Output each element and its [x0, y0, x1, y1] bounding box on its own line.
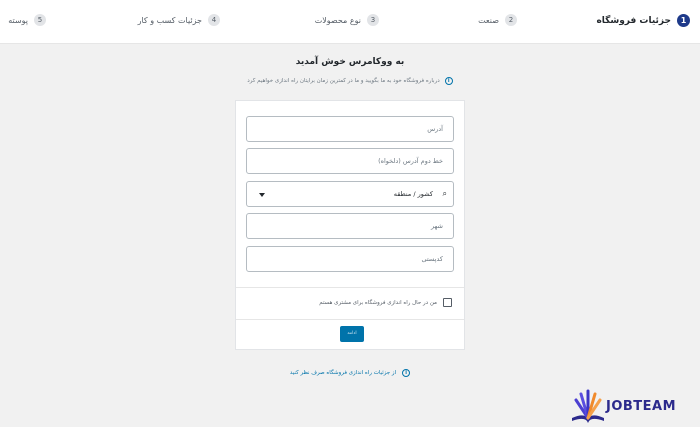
client-checkbox[interactable]: [443, 298, 452, 307]
step-business-details[interactable]: 4 جزئیات کسب و کار: [138, 14, 220, 26]
step-product-types[interactable]: 3 نوع محصولات: [315, 14, 379, 26]
address-field[interactable]: آدرس: [246, 116, 454, 142]
step-number: 4: [208, 14, 220, 26]
divider: [236, 319, 464, 320]
client-checkbox-label: من در حال راه اندازی فروشگاه برای مشتری …: [319, 299, 437, 306]
postcode-field[interactable]: کدپستی: [246, 246, 454, 272]
info-icon[interactable]: i: [444, 77, 453, 85]
store-details-card: آدرس خط دوم آدرس (دلخواه) ⌕ کشور / منطقه…: [235, 100, 465, 350]
step-store-details[interactable]: 1 جزئیات فروشگاه: [596, 14, 690, 27]
step-number: 1: [677, 14, 690, 27]
step-industry[interactable]: 2 صنعت: [478, 14, 517, 26]
step-number: 5: [34, 14, 46, 26]
step-label: نوع محصولات: [314, 15, 361, 25]
step-label: پوسته: [8, 15, 28, 25]
country-select[interactable]: ⌕ کشور / منطقه: [246, 181, 454, 207]
address2-placeholder: خط دوم آدرس (دلخواه): [378, 157, 443, 165]
search-icon: ⌕: [442, 189, 447, 198]
page-subtitle: درباره فروشگاه خود به ما بگویید و ما در …: [0, 77, 700, 85]
watermark-logo: JOBTEAM: [568, 388, 696, 424]
skip-setup-link[interactable]: از جزئیات راه اندازی فروشگاه صرف نظر کنی…: [290, 370, 396, 376]
step-theme[interactable]: 5 پوسته: [8, 14, 46, 26]
postcode-placeholder: کدپستی: [421, 255, 444, 263]
continue-button[interactable]: ادامه: [340, 326, 364, 342]
step-number: 2: [505, 14, 517, 26]
setup-stepper: 1 جزئیات فروشگاه 2 صنعت 3 نوع محصولات 4 …: [0, 0, 700, 44]
city-field[interactable]: شهر: [246, 213, 454, 239]
chevron-down-icon: [259, 193, 265, 197]
client-checkbox-row: من در حال راه اندازی فروشگاه برای مشتری …: [319, 298, 452, 307]
page-title: به ووکامرس خوش آمدید: [295, 57, 405, 67]
skip-setup-row: از جزئیات راه اندازی فروشگاه صرف نظر کنی…: [0, 369, 700, 377]
step-label: جزئیات فروشگاه: [596, 15, 671, 26]
step-number: 3: [367, 14, 379, 26]
address-placeholder: آدرس: [427, 125, 443, 133]
country-select-label: کشور / منطقه: [393, 190, 433, 198]
step-label: صنعت: [478, 15, 499, 25]
book-logo-icon: [572, 389, 604, 423]
divider: [236, 287, 464, 288]
subtitle-text: درباره فروشگاه خود به ما بگویید و ما در …: [247, 78, 440, 84]
watermark-text: JOBTEAM: [606, 399, 677, 414]
step-label: جزئیات کسب و کار: [137, 15, 202, 25]
info-icon[interactable]: i: [402, 369, 411, 377]
address2-field[interactable]: خط دوم آدرس (دلخواه): [246, 148, 454, 174]
city-placeholder: شهر: [430, 222, 443, 230]
